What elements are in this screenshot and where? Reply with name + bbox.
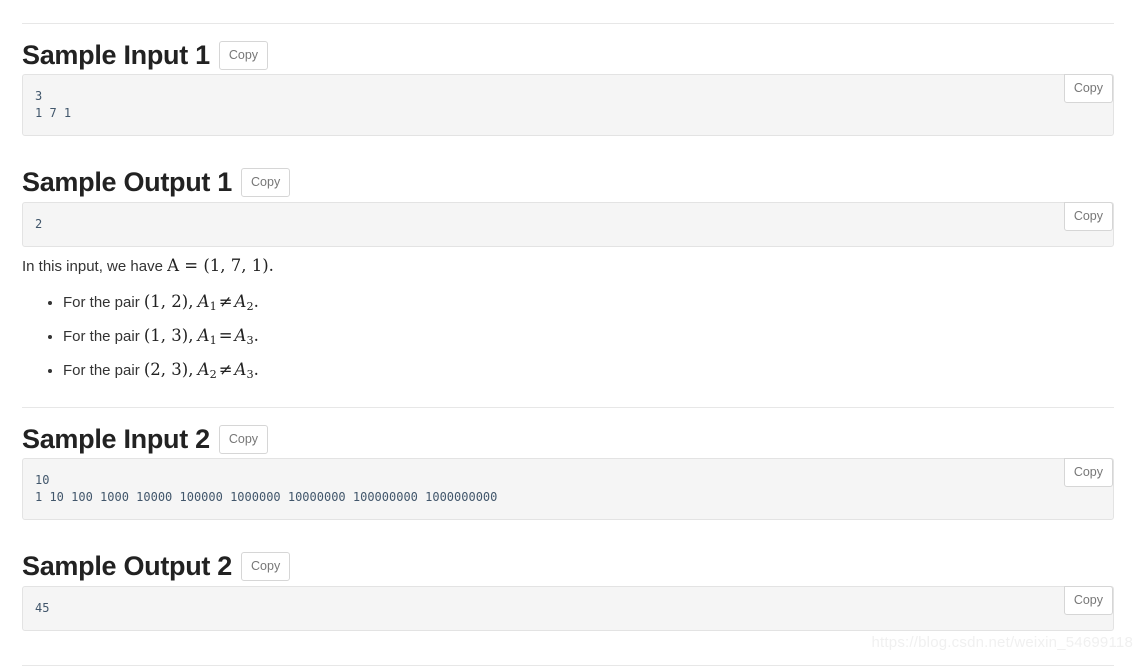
code-copy-button-sample-output-1[interactable]: Copy [1063,202,1113,231]
section-header-sample-input-1: Sample Input 1 Copy [22,39,269,70]
bullet-relation-left: A [197,292,210,311]
explanation-intro: In this input, we have A = (1, 7, 1). [22,255,1114,278]
code-content-sample-input-1: 3 1 7 1 [35,89,72,120]
list-item: For the pair (1, 3), A1=A3. [63,325,1114,352]
code-block-sample-output-2: 45 Copy [22,586,1114,631]
bullet-suffix: . [253,292,259,311]
bullet-text: For the pair [63,362,144,380]
code-copy-button-sample-output-2[interactable]: Copy [1063,586,1113,615]
section-header-sample-output-1: Sample Output 1 Copy [22,166,291,197]
code-content-sample-output-1: 2 [35,217,43,231]
bullet-relation-right-sub: 3 [246,334,254,348]
bullet-relation-left: A [197,360,210,380]
page-root: Sample Input 1 Copy 3 1 7 1 Copy Sample … [0,0,1141,666]
page-title-sample-output-1: Sample Output 1 [22,166,233,197]
bullet-relation-right-sub: 3 [246,368,254,382]
bullet-relation: A1 = A3. [197,326,259,348]
bullet-suffix: . [253,326,259,346]
bullet-suffix: . [253,360,259,380]
bullet-pair: (1, 3), [143,326,194,346]
code-block-sample-input-2: 10 1 10 100 1000 10000 100000 1000000 10… [22,458,1114,520]
bullet-pair: (2, 3), [143,360,194,380]
bullet-text: For the pair [63,294,144,311]
explanation-bullet-list: For the pair (1, 2), A1≠A2. For the pair… [22,291,1114,386]
code-content-sample-output-2: 45 [35,601,50,615]
explanation-block: In this input, we have A = (1, 7, 1). Fo… [22,255,1114,393]
list-item: For the pair (2, 3), A2≠A3. [63,359,1114,386]
explanation-intro-math: A = (1, 7, 1). [167,256,274,275]
copy-button-sample-input-1[interactable]: Copy [218,41,269,70]
page-title-sample-output-2: Sample Output 2 [22,550,233,581]
bullet-relation-right: A [234,326,247,346]
bullet-relation-operator: ≠ [218,292,233,311]
page-title-sample-input-1: Sample Input 1 [22,39,210,70]
bullet-relation-operator: = [218,326,233,346]
code-block-sample-output-1: 2 Copy [22,202,1114,247]
bullet-relation-left-sub: 2 [209,368,217,382]
bullet-relation: A1 ≠ A2. [197,292,259,314]
page-title-sample-input-2: Sample Input 2 [22,423,210,454]
bullet-relation-operator: ≠ [218,360,233,380]
explanation-intro-text: In this input, we have [22,258,168,275]
copy-button-sample-output-2[interactable]: Copy [241,552,291,581]
copy-button-sample-output-1[interactable]: Copy [241,168,291,197]
section-header-sample-input-2: Sample Input 2 Copy [22,423,269,454]
bullet-relation-left-sub: 1 [209,334,217,348]
bullet-relation: A2 ≠ A3. [197,360,259,382]
bullet-relation-right: A [234,292,247,311]
section-header-sample-output-2: Sample Output 2 Copy [22,550,291,581]
divider-middle [22,407,1114,408]
watermark-text: https://blog.csdn.net/weixin_54699118 [871,634,1133,651]
bullet-relation-left-sub: 1 [209,300,217,314]
copy-button-sample-input-2[interactable]: Copy [218,425,269,454]
code-block-sample-input-1: 3 1 7 1 Copy [22,74,1114,136]
divider-top [22,23,1114,24]
bullet-text: For the pair [63,328,144,346]
bullet-relation-right: A [234,360,247,380]
bullet-relation-right-sub: 2 [246,300,254,314]
list-item: For the pair (1, 2), A1≠A2. [63,291,1114,318]
code-content-sample-input-2: 10 1 10 100 1000 10000 100000 1000000 10… [35,473,498,504]
bullet-relation-left: A [197,326,210,346]
bullet-pair: (1, 2), [143,292,194,311]
code-copy-button-sample-input-1[interactable]: Copy [1063,74,1113,103]
code-copy-button-sample-input-2[interactable]: Copy [1063,458,1113,487]
